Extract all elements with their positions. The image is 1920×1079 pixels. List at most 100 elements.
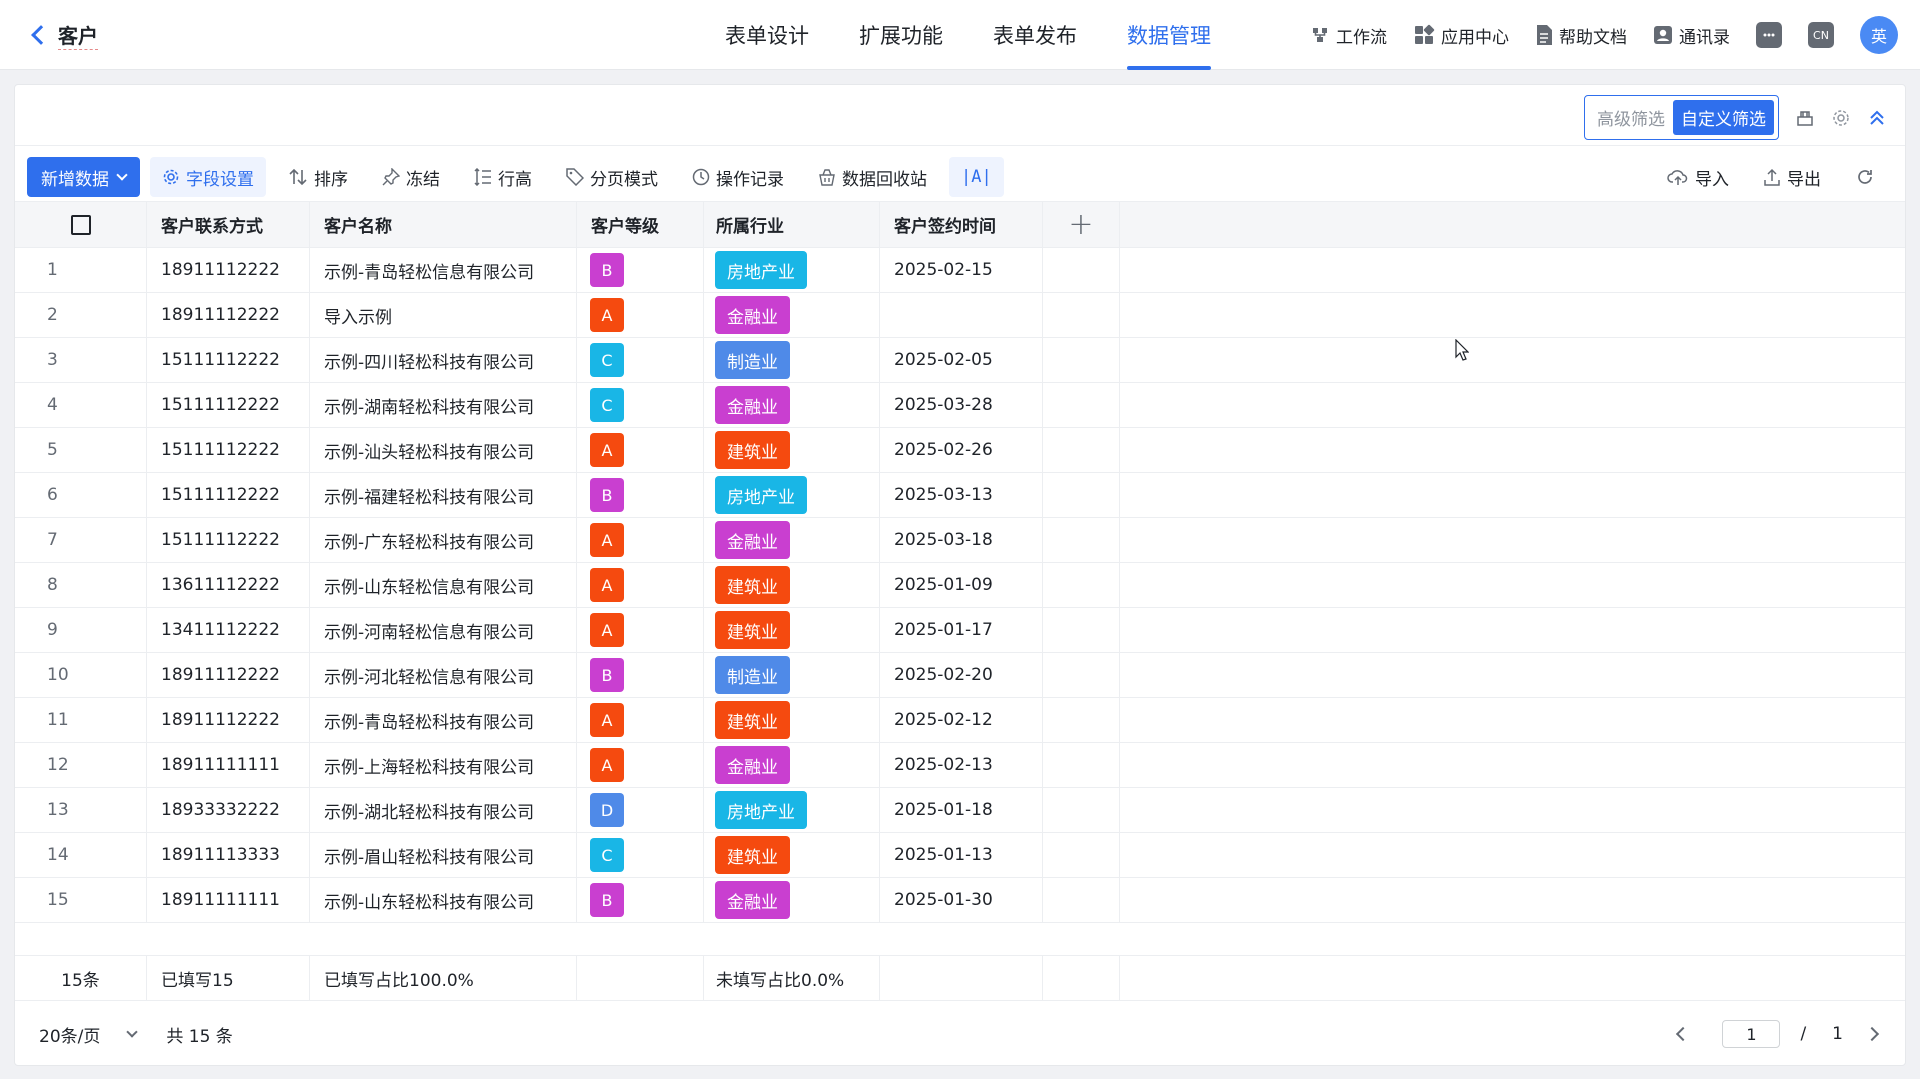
- cell-phone[interactable]: 18911112222: [147, 248, 310, 292]
- cell-name[interactable]: 示例-青岛轻松科技有限公司: [310, 698, 577, 742]
- cell-industry[interactable]: 金融业: [704, 518, 880, 562]
- cell-sign-date[interactable]: 2025-02-13: [880, 743, 1043, 787]
- table-row[interactable]: 15 18911111111 示例-山东轻松科技有限公司 B 金融业 2025-01-30: [15, 878, 1905, 923]
- column-header-industry[interactable]: 所属行业: [704, 202, 880, 247]
- column-header-name[interactable]: 客户名称: [310, 202, 577, 247]
- table-row[interactable]: 5 15111112222 示例-汕头轻松科技有限公司 A 建筑业 2025-02-26: [15, 428, 1905, 473]
- cell-phone[interactable]: 18911112222: [147, 653, 310, 697]
- table-row[interactable]: 2 18911112222 导入示例 A 金融业: [15, 293, 1905, 338]
- cell-phone[interactable]: 13611112222: [147, 563, 310, 607]
- cell-sign-date[interactable]: 2025-02-26: [880, 428, 1043, 472]
- table-row[interactable]: 9 13411112222 示例-河南轻松信息有限公司 A 建筑业 2025-01-17: [15, 608, 1905, 653]
- collapse-up-icon[interactable]: [1867, 108, 1887, 128]
- cell-name[interactable]: 示例-福建轻松科技有限公司: [310, 473, 577, 517]
- ai-button[interactable]: |A|: [949, 157, 1004, 197]
- help-docs-link[interactable]: 帮助文档: [1535, 23, 1627, 48]
- table-row[interactable]: 11 18911112222 示例-青岛轻松科技有限公司 A 建筑业 2025-02-12: [15, 698, 1905, 743]
- column-header-phone[interactable]: 客户联系方式: [147, 202, 310, 247]
- cell-level[interactable]: A: [577, 743, 704, 787]
- avatar[interactable]: 英: [1860, 16, 1898, 54]
- cell-industry[interactable]: 金融业: [704, 293, 880, 337]
- cell-industry[interactable]: 建筑业: [704, 563, 880, 607]
- workflow-link[interactable]: 工作流: [1310, 23, 1387, 48]
- cell-level[interactable]: B: [577, 473, 704, 517]
- message-icon[interactable]: [1756, 22, 1782, 48]
- tab-form-publish[interactable]: 表单发布: [968, 0, 1102, 70]
- advanced-filter-button[interactable]: 高级筛选: [1589, 100, 1673, 135]
- cell-industry[interactable]: 建筑业: [704, 608, 880, 652]
- cell-phone[interactable]: 15111112222: [147, 428, 310, 472]
- cell-phone[interactable]: 15111112222: [147, 518, 310, 562]
- cell-phone[interactable]: 15111112222: [147, 383, 310, 427]
- cell-name[interactable]: 示例-山东轻松信息有限公司: [310, 563, 577, 607]
- add-column-button[interactable]: +: [1043, 202, 1120, 247]
- cell-sign-date[interactable]: 2025-02-20: [880, 653, 1043, 697]
- tab-data-management[interactable]: 数据管理: [1102, 0, 1236, 70]
- settings-gear-icon[interactable]: [1831, 108, 1851, 128]
- cell-sign-date[interactable]: 2025-02-15: [880, 248, 1043, 292]
- refresh-button[interactable]: [1843, 157, 1893, 197]
- cell-name[interactable]: 示例-河南轻松信息有限公司: [310, 608, 577, 652]
- cell-name[interactable]: 示例-湖北轻松科技有限公司: [310, 788, 577, 832]
- cell-name[interactable]: 示例-山东轻松科技有限公司: [310, 878, 577, 922]
- cell-industry[interactable]: 制造业: [704, 338, 880, 382]
- next-page-icon[interactable]: [1864, 1026, 1880, 1042]
- cell-level[interactable]: B: [577, 653, 704, 697]
- cell-level[interactable]: A: [577, 698, 704, 742]
- cell-name[interactable]: 示例-上海轻松科技有限公司: [310, 743, 577, 787]
- sort-button[interactable]: 排序: [276, 157, 360, 197]
- cell-name[interactable]: 导入示例: [310, 293, 577, 337]
- table-row[interactable]: 4 15111112222 示例-湖南轻松科技有限公司 C 金融业 2025-03-28: [15, 383, 1905, 428]
- import-button[interactable]: 导入: [1655, 157, 1741, 197]
- cell-name[interactable]: 示例-汕头轻松科技有限公司: [310, 428, 577, 472]
- table-row[interactable]: 8 13611112222 示例-山东轻松信息有限公司 A 建筑业 2025-01-09: [15, 563, 1905, 608]
- row-height-button[interactable]: 行高: [462, 157, 544, 197]
- cell-level[interactable]: A: [577, 563, 704, 607]
- cell-sign-date[interactable]: 2025-01-30: [880, 878, 1043, 922]
- cell-phone[interactable]: 18911112222: [147, 293, 310, 337]
- cell-sign-date[interactable]: 2025-01-17: [880, 608, 1043, 652]
- recycle-bin-button[interactable]: 数据回收站: [806, 157, 939, 197]
- table-row[interactable]: 10 18911112222 示例-河北轻松信息有限公司 B 制造业 2025-02-20: [15, 653, 1905, 698]
- operation-log-button[interactable]: 操作记录: [680, 157, 796, 197]
- export-button[interactable]: 导出: [1751, 157, 1833, 197]
- page-size-select[interactable]: 20条/页: [39, 1022, 139, 1047]
- cell-industry[interactable]: 金融业: [704, 878, 880, 922]
- cell-sign-date[interactable]: 2025-01-13: [880, 833, 1043, 877]
- add-data-button[interactable]: 新增数据: [27, 157, 140, 197]
- cell-industry[interactable]: 建筑业: [704, 833, 880, 877]
- cell-sign-date[interactable]: 2025-01-18: [880, 788, 1043, 832]
- cell-level[interactable]: A: [577, 518, 704, 562]
- cell-level[interactable]: B: [577, 248, 704, 292]
- column-header-sign-date[interactable]: 客户签约时间: [880, 202, 1043, 247]
- table-row[interactable]: 14 18911113333 示例-眉山轻松科技有限公司 C 建筑业 2025-01-13: [15, 833, 1905, 878]
- table-row[interactable]: 6 15111112222 示例-福建轻松科技有限公司 B 房地产业 2025-03-13: [15, 473, 1905, 518]
- cell-industry[interactable]: 房地产业: [704, 473, 880, 517]
- cell-name[interactable]: 示例-四川轻松科技有限公司: [310, 338, 577, 382]
- custom-filter-button[interactable]: 自定义筛选: [1673, 100, 1774, 135]
- cell-name[interactable]: 示例-广东轻松科技有限公司: [310, 518, 577, 562]
- table-row[interactable]: 7 15111112222 示例-广东轻松科技有限公司 A 金融业 2025-03-18: [15, 518, 1905, 563]
- cell-name[interactable]: 示例-湖南轻松科技有限公司: [310, 383, 577, 427]
- freeze-button[interactable]: 冻结: [370, 157, 452, 197]
- table-row[interactable]: 3 15111112222 示例-四川轻松科技有限公司 C 制造业 2025-02-05: [15, 338, 1905, 383]
- tab-form-design[interactable]: 表单设计: [700, 0, 834, 70]
- table-row[interactable]: 13 18933332222 示例-湖北轻松科技有限公司 D 房地产业 2025-01-1…: [15, 788, 1905, 833]
- select-all-checkbox[interactable]: [70, 214, 91, 235]
- cell-name[interactable]: 示例-眉山轻松科技有限公司: [310, 833, 577, 877]
- cell-industry[interactable]: 金融业: [704, 383, 880, 427]
- cell-name[interactable]: 示例-青岛轻松信息有限公司: [310, 248, 577, 292]
- cell-phone[interactable]: 15111112222: [147, 473, 310, 517]
- cell-level[interactable]: C: [577, 338, 704, 382]
- cell-sign-date[interactable]: 2025-02-05: [880, 338, 1043, 382]
- cell-level[interactable]: B: [577, 878, 704, 922]
- cell-level[interactable]: A: [577, 428, 704, 472]
- back-button[interactable]: 客户: [28, 20, 98, 50]
- cell-industry[interactable]: 金融业: [704, 743, 880, 787]
- table-row[interactable]: 12 18911111111 示例-上海轻松科技有限公司 A 金融业 2025-02-13: [15, 743, 1905, 788]
- cell-phone[interactable]: 18911111111: [147, 878, 310, 922]
- clear-filter-icon[interactable]: [1795, 108, 1815, 128]
- cell-industry[interactable]: 建筑业: [704, 428, 880, 472]
- cell-industry[interactable]: 制造业: [704, 653, 880, 697]
- page-mode-button[interactable]: 分页模式: [554, 157, 670, 197]
